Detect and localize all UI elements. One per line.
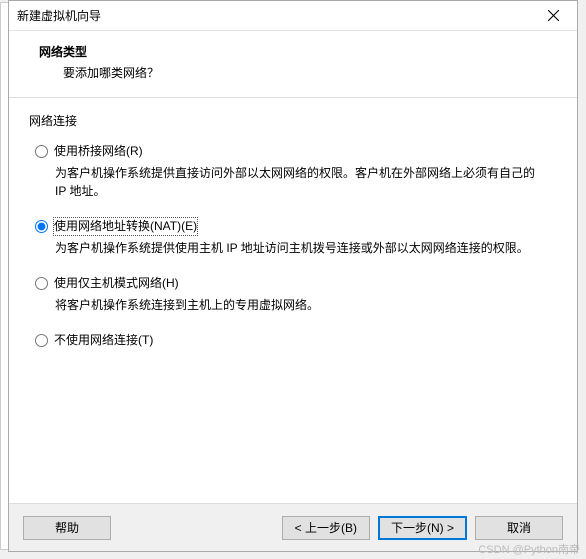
radio-nat[interactable]: 使用网络地址转换(NAT)(E)	[35, 218, 557, 235]
radio-none-label: 不使用网络连接(T)	[54, 332, 153, 349]
radio-none[interactable]: 不使用网络连接(T)	[35, 332, 557, 349]
radio-bridged-desc: 为客户机操作系统提供直接访问外部以太网网络的权限。客户机在外部网络上必须有自己的…	[55, 164, 547, 200]
wizard-header: 网络类型 要添加哪类网络？	[9, 31, 577, 98]
help-button[interactable]: 帮助	[23, 516, 111, 540]
radio-hostonly[interactable]: 使用仅主机模式网络(H)	[35, 275, 557, 292]
cancel-button[interactable]: 取消	[475, 516, 563, 540]
radio-nat-label: 使用网络地址转换(NAT)(E)	[54, 218, 197, 235]
radio-none-input[interactable]	[35, 334, 48, 347]
radio-nat-desc: 为客户机操作系统提供使用主机 IP 地址访问主机拨号连接或外部以太网网络连接的权…	[55, 239, 547, 257]
radio-bridged[interactable]: 使用桥接网络(R)	[35, 143, 557, 160]
radio-bridged-label: 使用桥接网络(R)	[54, 143, 143, 160]
page-subtitle: 要添加哪类网络？	[63, 64, 557, 81]
radio-nat-input[interactable]	[35, 220, 48, 233]
group-label: 网络连接	[29, 112, 557, 129]
content-area: 网络连接 使用桥接网络(R) 为客户机操作系统提供直接访问外部以太网网络的权限。…	[9, 98, 577, 503]
back-button[interactable]: < 上一步(B)	[282, 516, 370, 540]
close-button[interactable]	[533, 2, 573, 30]
page-title: 网络类型	[39, 43, 557, 60]
titlebar: 新建虚拟机向导	[9, 1, 577, 31]
button-bar: 帮助 < 上一步(B) 下一步(N) > 取消	[9, 503, 577, 551]
radio-hostonly-desc: 将客户机操作系统连接到主机上的专用虚拟网络。	[55, 296, 547, 314]
background-strip	[0, 2, 8, 550]
radio-bridged-input[interactable]	[35, 145, 48, 158]
next-button[interactable]: 下一步(N) >	[378, 516, 467, 540]
close-icon	[548, 10, 559, 21]
radio-hostonly-input[interactable]	[35, 277, 48, 290]
window-title: 新建虚拟机向导	[17, 7, 533, 24]
radio-hostonly-label: 使用仅主机模式网络(H)	[54, 275, 179, 292]
wizard-dialog: 新建虚拟机向导 网络类型 要添加哪类网络？ 网络连接 使用桥接网络(R) 为客户…	[8, 0, 578, 552]
